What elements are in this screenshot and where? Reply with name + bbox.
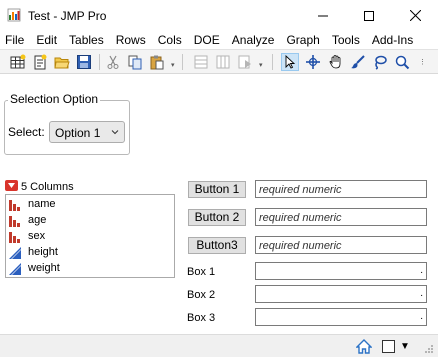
toolbar-separator <box>182 54 183 70</box>
box-3-field[interactable]: . <box>255 308 427 326</box>
column-name: age <box>28 214 47 226</box>
toolbar: ▾ ▾ ⋮ <box>0 49 438 74</box>
column-name: weight <box>28 262 60 274</box>
open-icon[interactable] <box>53 53 71 71</box>
new-row-icon[interactable] <box>192 53 210 71</box>
lasso-tool-icon[interactable] <box>371 53 389 71</box>
list-item[interactable]: sex <box>9 229 169 245</box>
list-item[interactable]: height <box>9 245 169 261</box>
crosshair-tool-icon[interactable] <box>304 53 322 71</box>
grabber-tool-icon[interactable] <box>327 53 345 71</box>
field-dot: . <box>420 311 423 322</box>
maximize-icon <box>364 10 374 21</box>
field-hint: required numeric <box>259 184 342 196</box>
menu-rows[interactable]: Rows <box>110 31 152 49</box>
menu-edit[interactable]: Edit <box>30 31 63 49</box>
box-1-field[interactable]: . <box>255 262 427 280</box>
jmp-app-icon <box>7 8 21 22</box>
column-list[interactable]: name age sex height weight <box>5 194 175 278</box>
option-select[interactable]: Option 1 <box>49 121 125 143</box>
minimize-button[interactable] <box>300 0 346 31</box>
menu-cols[interactable]: Cols <box>152 31 188 49</box>
field-hint: required numeric <box>259 240 342 252</box>
new-data-table-icon[interactable] <box>9 53 27 71</box>
paste-dropdown-icon[interactable]: ▾ <box>171 62 177 69</box>
window-list-icon[interactable] <box>382 340 395 353</box>
box-2-field[interactable]: . <box>255 285 427 303</box>
list-item[interactable]: age <box>9 213 169 229</box>
status-bar: ▼ <box>0 334 438 357</box>
option-select-value: Option 1 <box>55 126 101 140</box>
arrow-tool-icon[interactable] <box>281 53 299 71</box>
continuous-column-icon <box>9 247 21 259</box>
minimize-icon <box>318 15 328 16</box>
nominal-column-icon <box>9 216 20 227</box>
select-label: Select: <box>8 125 45 139</box>
chevron-down-icon <box>111 130 119 135</box>
red-triangle-icon <box>8 183 15 188</box>
nominal-column-icon <box>9 200 20 211</box>
new-column-icon[interactable] <box>214 53 232 71</box>
home-icon[interactable] <box>356 339 372 354</box>
brush-tool-icon[interactable] <box>349 53 367 71</box>
menu-file[interactable]: File <box>0 31 30 49</box>
resize-grip-icon[interactable] <box>424 344 434 354</box>
magnifier-tool-icon[interactable] <box>393 53 411 71</box>
field-dot: . <box>420 288 423 299</box>
number-edit-box-2[interactable]: required numeric <box>255 208 427 226</box>
window-title: Test - JMP Pro <box>28 9 107 23</box>
run-script-icon[interactable] <box>236 53 254 71</box>
column-name: sex <box>28 230 46 242</box>
cut-icon[interactable] <box>104 53 122 71</box>
box-2-label: Box 2 <box>187 289 216 301</box>
close-button[interactable] <box>392 0 438 31</box>
menu-tables[interactable]: Tables <box>63 31 110 49</box>
save-icon[interactable] <box>75 53 93 71</box>
menu-analyze[interactable]: Analyze <box>226 31 281 49</box>
menu-doe[interactable]: DOE <box>188 31 226 49</box>
box-1-label: Box 1 <box>187 266 216 278</box>
column-count: 5 Columns <box>21 181 74 193</box>
number-edit-box-3[interactable]: required numeric <box>255 236 427 254</box>
nominal-column-icon <box>9 232 20 243</box>
number-edit-box-1[interactable]: required numeric <box>255 180 427 198</box>
selection-option-legend: Selection Option <box>8 92 101 106</box>
list-item[interactable]: name <box>9 197 169 213</box>
toolbar-overflow-icon[interactable]: ⋮ <box>419 59 426 66</box>
button-2[interactable]: Button 2 <box>188 209 246 226</box>
close-icon <box>409 10 421 21</box>
list-item[interactable]: weight <box>9 261 169 277</box>
box-3-label: Box 3 <box>187 312 216 324</box>
selection-option-group: Selection Option Select: Option 1 <box>4 92 130 155</box>
menu-graph[interactable]: Graph <box>280 31 325 49</box>
maximize-button[interactable] <box>346 0 392 31</box>
menu-tools[interactable]: Tools <box>326 31 366 49</box>
field-hint: required numeric <box>259 212 342 224</box>
chevron-down-icon[interactable]: ▼ <box>400 341 410 352</box>
copy-icon[interactable] <box>126 53 144 71</box>
continuous-column-icon <box>9 263 21 275</box>
column-name: height <box>28 246 58 258</box>
run-dropdown-icon[interactable]: ▾ <box>259 62 265 69</box>
menu-add-ins[interactable]: Add-Ins <box>366 31 419 49</box>
title-bar: Test - JMP Pro <box>0 0 438 31</box>
toolbar-separator <box>272 54 273 70</box>
field-dot: . <box>420 265 423 276</box>
toolbar-separator <box>99 54 100 70</box>
red-triangle-menu[interactable] <box>5 180 18 191</box>
button-3[interactable]: Button3 <box>188 237 246 254</box>
menu-bar: File Edit Tables Rows Cols DOE Analyze G… <box>0 31 438 49</box>
column-name: name <box>28 198 56 210</box>
new-script-icon[interactable] <box>31 53 49 71</box>
paste-icon[interactable] <box>148 53 166 71</box>
button-1[interactable]: Button 1 <box>188 181 246 198</box>
